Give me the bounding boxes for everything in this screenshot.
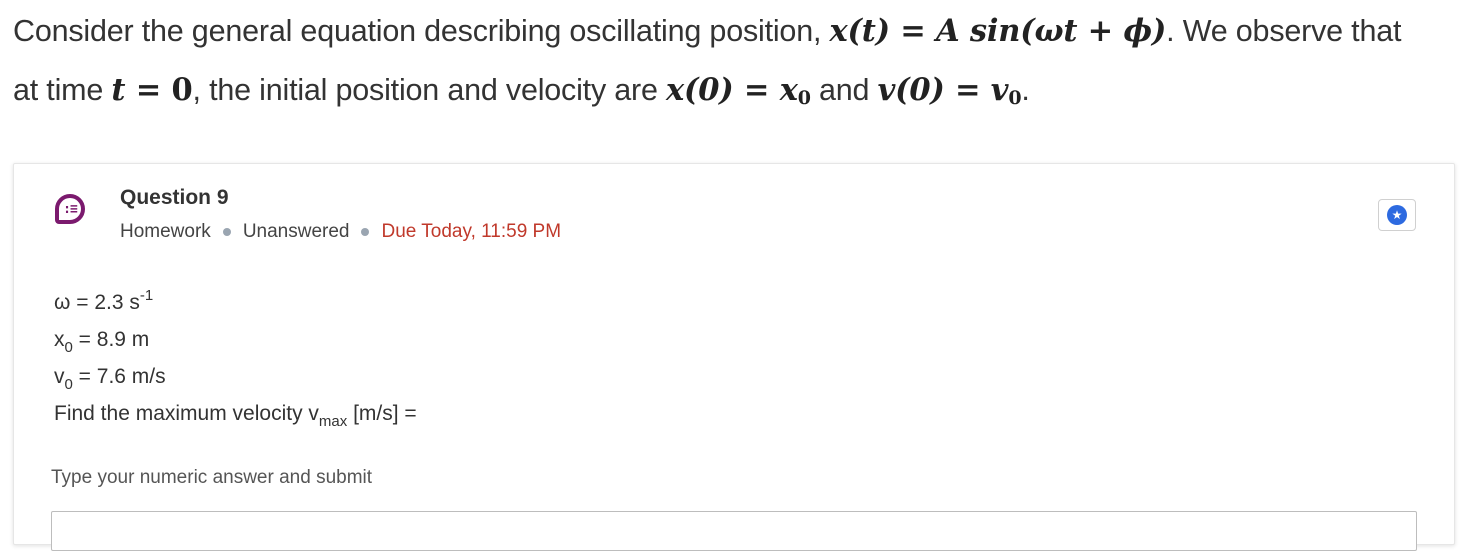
answer-hint: Type your numeric answer and submit — [51, 467, 373, 488]
intro-text-and: and — [810, 73, 878, 107]
intro-text-mid: , the initial position and velocity are — [192, 73, 667, 107]
answer-input[interactable] — [51, 511, 1417, 551]
separator-dot — [361, 228, 370, 236]
intro-line-1: Consider the general equation describing… — [13, 2, 1453, 61]
question-type: Homework — [120, 221, 211, 242]
due-date: Due Today, 11:59 PM — [381, 221, 562, 242]
math-zero: 0 — [171, 72, 193, 108]
question-title: Question 9 — [120, 186, 229, 209]
bookmark-button[interactable]: ★ — [1378, 199, 1416, 231]
question-card: :≡ Question 9 Homework Unanswered Due To… — [13, 163, 1455, 551]
math-x0-sub: 0 — [797, 87, 811, 109]
icon-glyph: :≡ — [63, 201, 78, 217]
separator-dot — [222, 228, 231, 236]
math-equals: = — [125, 72, 172, 108]
math-v0-lhs: v(0) — [877, 72, 945, 108]
question-meta: Homework Unanswered Due Today, 11:59 PM — [120, 221, 561, 243]
intro-text: Consider the general equation describing… — [13, 14, 830, 48]
intro-text-2: at time — [13, 73, 112, 107]
math-equals-3: = — [944, 72, 991, 108]
problem-intro: Consider the general equation describing… — [13, 2, 1453, 120]
given-x0: x0 = 8.9 m — [54, 328, 150, 356]
star-icon: ★ — [1387, 205, 1407, 225]
math-v0-var: v — [990, 72, 1009, 108]
given-omega: ω = 2.3 s-1 — [54, 287, 154, 314]
equation-equals: = — [889, 13, 937, 49]
math-x0-lhs: x(0) — [666, 72, 734, 108]
math-equals-2: = — [733, 72, 780, 108]
multi-choice-icon: :≡ — [55, 194, 85, 224]
equation-rhs: A sin(ωt + ϕ) — [936, 13, 1167, 49]
math-t: t — [111, 72, 126, 108]
question-body: ω = 2.3 s-1 x0 = 8.9 m v0 = 7.6 m/s Find… — [54, 284, 417, 432]
equation-lhs: x(t) — [829, 13, 891, 49]
intro-line-2: at time t = 0, the initial position and … — [13, 61, 1453, 120]
intro-text-tail: . We observe that — [1166, 14, 1402, 48]
given-v0: v0 = 7.6 m/s — [54, 365, 166, 393]
intro-text-end: . — [1021, 73, 1030, 107]
question-prompt: Find the maximum velocity vmax [m/s] = — [54, 402, 417, 430]
math-x0-var: x — [779, 72, 798, 108]
math-v0-sub: 0 — [1008, 87, 1022, 109]
question-status: Unanswered — [242, 221, 350, 242]
